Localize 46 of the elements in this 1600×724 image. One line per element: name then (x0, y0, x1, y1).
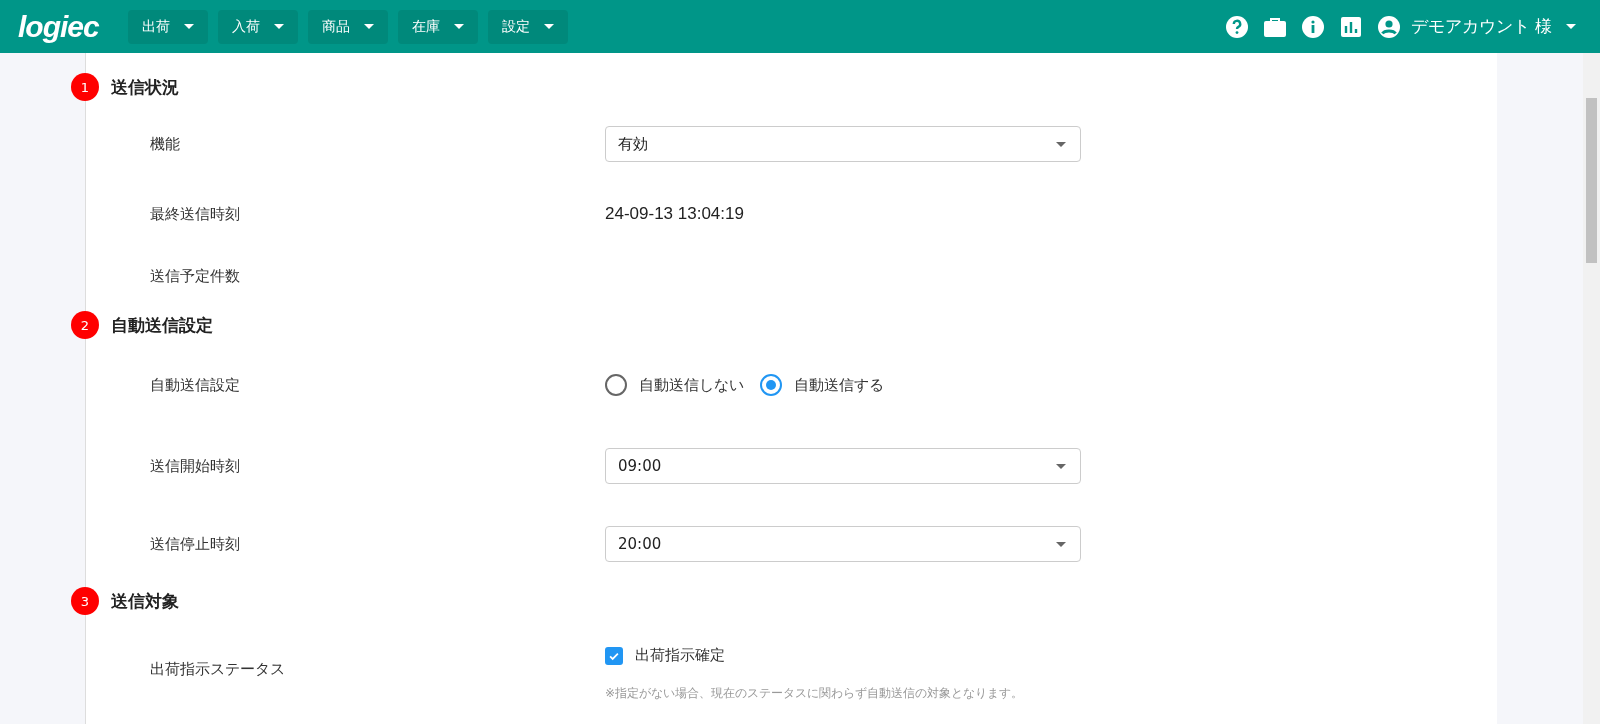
section-number-badge: 2 (71, 311, 99, 339)
help-icon[interactable] (1224, 14, 1249, 39)
select-field[interactable]: 09:00 (605, 448, 1081, 484)
caret-icon (364, 24, 374, 29)
radio-button[interactable] (605, 374, 627, 396)
section-title: 送信状況 (111, 75, 179, 99)
section-title: 送信対象 (111, 589, 179, 613)
nav-menu-button[interactable]: 出荷 (128, 9, 208, 44)
nav-menu-button[interactable]: 入荷 (218, 9, 298, 44)
radio-label: 自動送信しない (639, 375, 744, 395)
field-value: 24-09-13 13:04:19 (605, 204, 744, 223)
field-label: 送信開始時刻 (150, 456, 241, 476)
field-label: 送信停止時刻 (150, 534, 241, 554)
field-label: 自動送信設定 (150, 375, 241, 395)
info-icon[interactable] (1300, 14, 1325, 39)
caret-icon (1056, 141, 1066, 147)
caret-icon (184, 24, 194, 29)
field-label: 最終送信時刻 (150, 204, 241, 224)
checkbox-label: 出荷指示確定 (635, 646, 725, 665)
nav-menu-button[interactable]: 設定 (488, 9, 568, 44)
caret-icon (274, 24, 284, 29)
field-label: 機能 (150, 134, 181, 154)
account-menu-button[interactable]: デモアカウント 様 (1410, 15, 1582, 38)
caret-icon (454, 24, 464, 29)
section-number-badge: 1 (71, 73, 99, 101)
nav-menu-button[interactable]: 在庫 (398, 9, 478, 44)
account-icon[interactable] (1376, 14, 1401, 39)
bar-chart-icon[interactable] (1338, 14, 1363, 39)
nav-menu-button[interactable]: 商品 (308, 9, 388, 44)
caret-icon (1566, 24, 1576, 29)
caret-icon (1056, 463, 1066, 469)
scrollbar-thumb[interactable] (1586, 98, 1597, 263)
radio-label: 自動送信する (794, 375, 884, 395)
hint-text: ※指定がない場合、現在のステータスに関わらず自動送信の対象となります。 (605, 685, 1024, 702)
select-field[interactable]: 有効 (605, 126, 1081, 162)
checkbox[interactable] (605, 646, 623, 665)
radio-button[interactable] (760, 374, 782, 396)
section-number-badge: 3 (71, 587, 99, 615)
field-label: 送信予定件数 (150, 266, 241, 286)
logo[interactable]: logiec (18, 9, 104, 44)
section-title: 自動送信設定 (111, 313, 213, 337)
caret-icon (544, 24, 554, 29)
field-label: 出荷指示ステータス (150, 659, 286, 679)
select-field[interactable]: 20:00 (605, 526, 1081, 562)
caret-icon (1056, 541, 1066, 547)
scrollbar[interactable] (1583, 53, 1600, 724)
